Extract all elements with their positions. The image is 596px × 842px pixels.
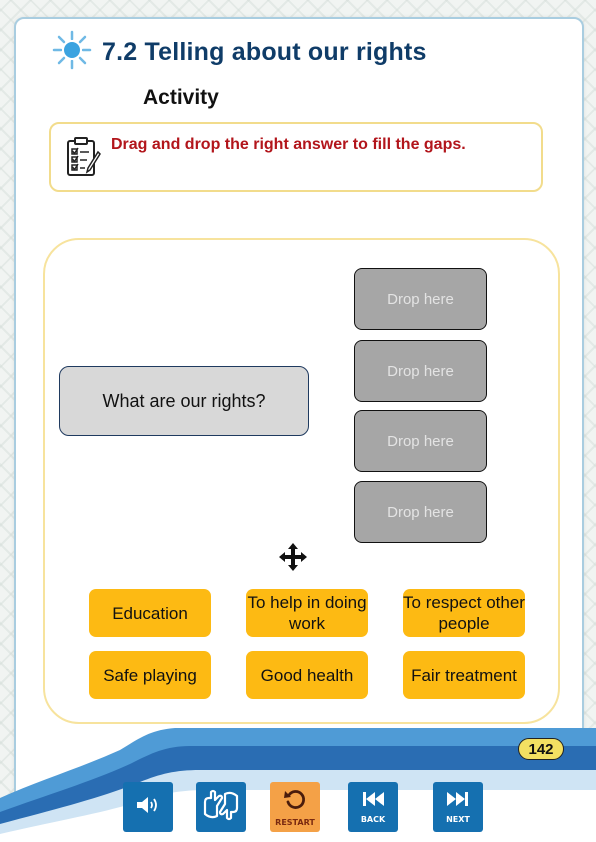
speaker-icon [135, 794, 161, 821]
drop-zone-4[interactable]: Drop here [354, 481, 487, 543]
sign-language-icon [201, 788, 241, 827]
drop-zone-3[interactable]: Drop here [354, 410, 487, 472]
drop-zone-1[interactable]: Drop here [354, 268, 487, 330]
audio-button[interactable] [123, 782, 173, 832]
option-good-health[interactable]: Good health [246, 651, 368, 699]
question-box: What are our rights? [59, 366, 309, 436]
move-icon [278, 542, 308, 572]
sign-language-button[interactable] [196, 782, 246, 832]
page-title: 7.2 Telling about our rights [102, 37, 427, 66]
option-help-doing-work[interactable]: To help in doing work [246, 589, 368, 637]
option-safe-playing[interactable]: Safe playing [89, 651, 211, 699]
skip-forward-icon [446, 790, 470, 813]
option-education[interactable]: Education [89, 589, 211, 637]
activity-heading: Activity [143, 86, 219, 109]
option-fair-treatment[interactable]: Fair treatment [403, 651, 525, 699]
back-label: BACK [360, 815, 386, 824]
restart-icon [283, 787, 307, 816]
page-number: 142 [518, 738, 564, 760]
instruction-text: Drag and drop the right answer to fill t… [111, 136, 466, 153]
next-button[interactable]: NEXT [433, 782, 483, 832]
drop-zone-2[interactable]: Drop here [354, 340, 487, 402]
section-header: 7.2 Telling about our rights [52, 30, 427, 75]
skip-back-icon [361, 790, 385, 813]
restart-label: RESTART [275, 818, 315, 827]
instruction-box: Drag and drop the right answer to fill t… [49, 122, 543, 192]
option-respect-others[interactable]: To respect other people [403, 589, 525, 637]
sun-icon [52, 30, 92, 75]
next-label: NEXT [446, 815, 470, 824]
clipboard-checklist-icon [65, 136, 103, 178]
restart-button[interactable]: RESTART [270, 782, 320, 832]
back-button[interactable]: BACK [348, 782, 398, 832]
